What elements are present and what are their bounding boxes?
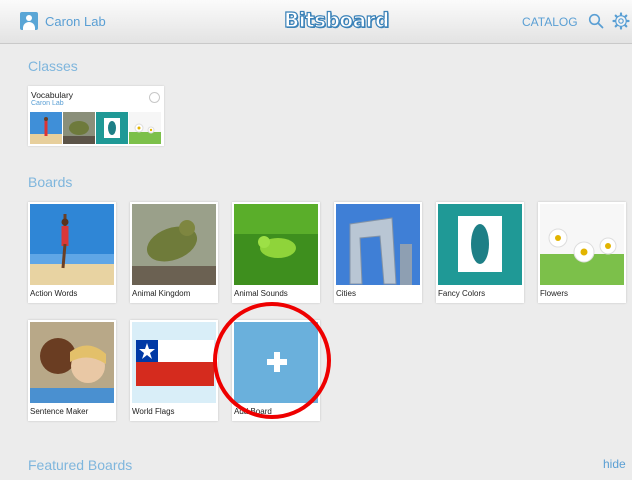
class-thumb-flowers: [129, 112, 161, 144]
class-owner: Caron Lab: [31, 100, 64, 107]
board-label: Flowers: [540, 289, 569, 298]
board-animal-kingdom[interactable]: Animal Kingdom: [130, 202, 218, 303]
board-flowers[interactable]: Flowers: [538, 202, 626, 303]
search-icon[interactable]: [588, 13, 604, 29]
class-thumb-action: [30, 112, 62, 144]
hide-featured-link[interactable]: hide: [603, 457, 626, 471]
board-label: Animal Kingdom: [132, 289, 191, 298]
top-bar: Caron Lab Bitsboard CATALOG: [0, 0, 632, 44]
board-label: World Flags: [132, 407, 175, 416]
board-image: [234, 322, 318, 403]
board-image: [540, 204, 624, 285]
app-logo: Bitsboard: [283, 7, 389, 32]
profile-name: Caron Lab: [45, 13, 106, 29]
board-action-words[interactable]: Action Words: [28, 202, 116, 303]
board-image: [30, 204, 114, 285]
board-label: Fancy Colors: [438, 289, 486, 298]
class-name: Vocabulary: [31, 90, 74, 100]
gear-icon[interactable]: [612, 12, 630, 30]
profile-button[interactable]: Caron Lab: [20, 12, 106, 30]
classes-heading: Classes: [28, 58, 78, 74]
board-image: [234, 204, 318, 285]
board-fancy-colors[interactable]: Fancy Colors: [436, 202, 524, 303]
catalog-button[interactable]: CATALOG: [522, 15, 578, 29]
board-cities[interactable]: Cities: [334, 202, 422, 303]
class-thumb-animal: [63, 112, 95, 144]
add-board-button[interactable]: Add Board: [232, 320, 320, 421]
class-select-radio[interactable]: [149, 92, 160, 103]
boards-heading: Boards: [28, 174, 73, 190]
board-animal-sounds[interactable]: Animal Sounds: [232, 202, 320, 303]
board-image: [336, 204, 420, 285]
class-card-vocabulary[interactable]: Vocabulary Caron Lab: [28, 86, 164, 146]
board-sentence-maker[interactable]: Sentence Maker: [28, 320, 116, 421]
board-image: [438, 204, 522, 285]
board-label: Action Words: [30, 289, 78, 298]
board-label: Add Board: [234, 407, 272, 416]
board-label: Sentence Maker: [30, 407, 89, 416]
featured-heading: Featured Boards: [28, 457, 133, 473]
board-label: Animal Sounds: [234, 289, 288, 298]
board-image: [132, 322, 216, 403]
board-world-flags[interactable]: World Flags: [130, 320, 218, 421]
board-image: [30, 322, 114, 403]
class-thumb-colors: [96, 112, 128, 144]
board-label: Cities: [336, 289, 357, 298]
board-image: [132, 204, 216, 285]
user-icon: [20, 12, 38, 30]
